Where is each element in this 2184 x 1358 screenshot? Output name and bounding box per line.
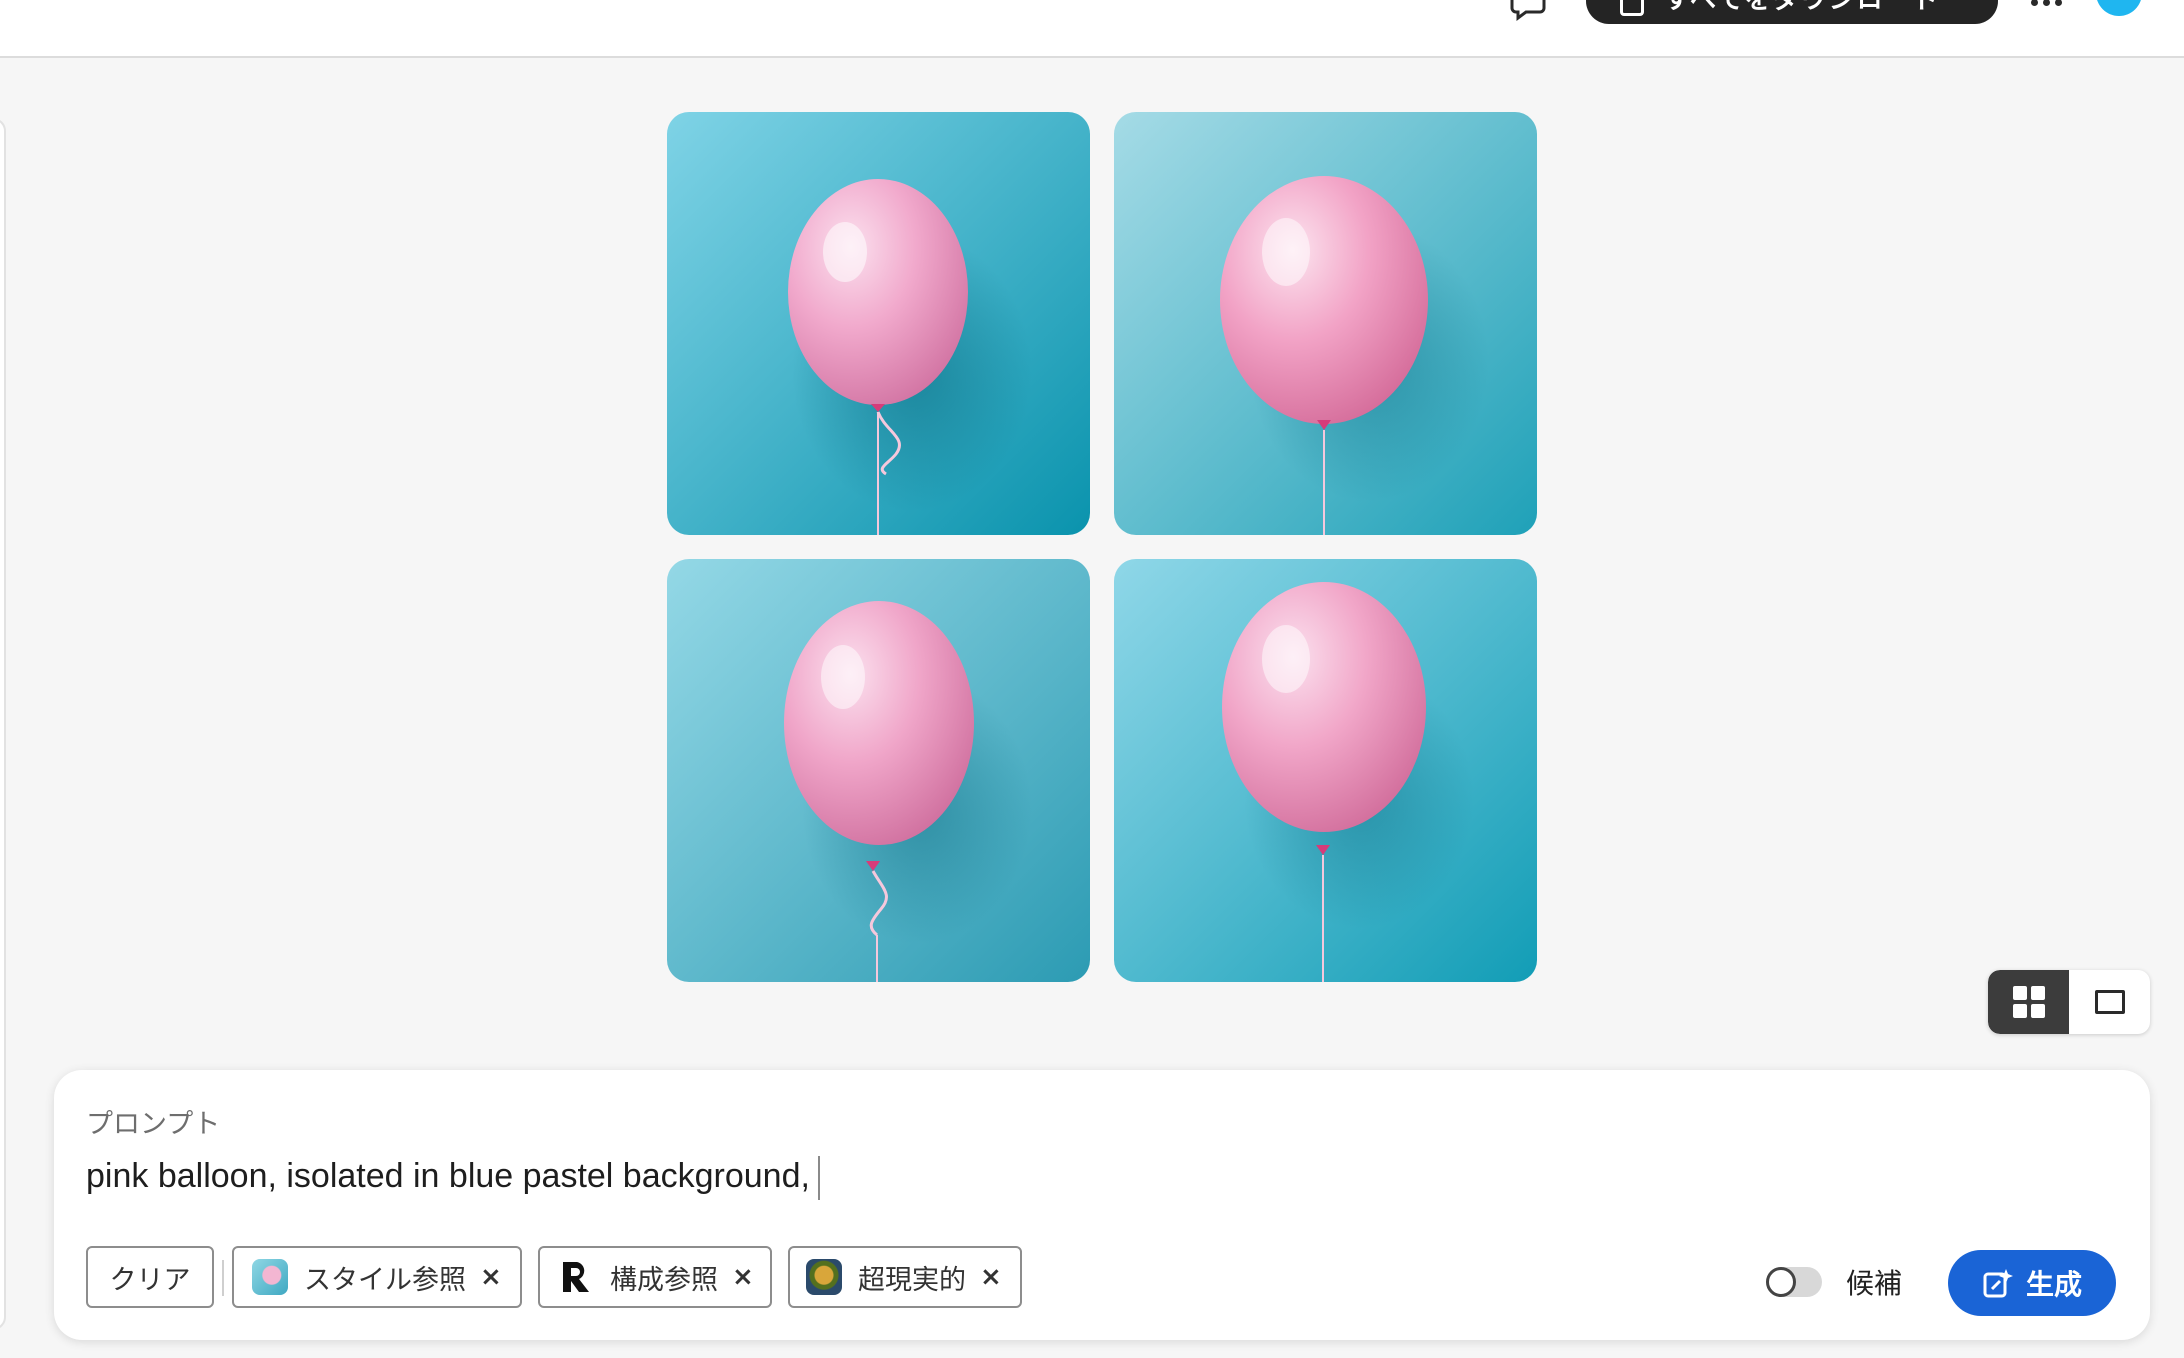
generated-image-4[interactable]: [1114, 559, 1537, 982]
chat-bubble-icon[interactable]: [1510, 0, 1546, 24]
hyperreal-effect-chip[interactable]: 超現実的 ×: [788, 1246, 1022, 1308]
generate-label: 生成: [2025, 1268, 2082, 1301]
view-mode-toggle: [1988, 970, 2150, 1034]
single-view-icon: [2094, 990, 2125, 1014]
style-reference-thumbnail: [252, 1259, 288, 1295]
close-icon[interactable]: ×: [980, 1262, 1002, 1292]
prompt-input[interactable]: pink balloon, isolated in blue pastel ba…: [86, 1156, 820, 1200]
text-caret: [817, 1156, 820, 1200]
single-view-button[interactable]: [2069, 970, 2150, 1034]
generated-image-2[interactable]: [1114, 112, 1537, 535]
suggestions-label: 候補: [1846, 1267, 1903, 1300]
suggestions-toggle-group: 候補: [1766, 1262, 1902, 1302]
generated-image-1[interactable]: [667, 112, 1090, 535]
hyperreal-effect-label: 超現実的: [858, 1264, 966, 1296]
generate-button[interactable]: 生成: [1948, 1250, 2116, 1316]
toggle-knob: [1766, 1267, 1796, 1297]
prompt-label: プロンプト: [86, 1109, 221, 1140]
composition-reference-label: 構成参照: [610, 1264, 718, 1296]
balloon-image-2: [1114, 112, 1537, 535]
composition-reference-chip[interactable]: 構成参照 ×: [538, 1246, 772, 1308]
balloon-image-3: [667, 559, 1090, 982]
prompt-panel: プロンプト pink balloon, isolated in blue pas…: [54, 1070, 2150, 1340]
composition-reference-thumbnail: [558, 1259, 594, 1295]
chip-divider: [222, 1260, 224, 1296]
download-all-button[interactable]: すべてをダウンロード: [1586, 0, 1998, 24]
more-dots-icon[interactable]: [2026, 0, 2066, 10]
grid-view-icon: [2012, 986, 2045, 1018]
clear-button[interactable]: クリア: [86, 1246, 214, 1308]
suggestions-toggle[interactable]: [1766, 1267, 1822, 1297]
hyperreal-effect-thumbnail: [806, 1259, 842, 1295]
left-panel-edge: [0, 118, 6, 1330]
prompt-text: pink balloon, isolated in blue pastel ba…: [86, 1156, 810, 1195]
style-reference-chip[interactable]: スタイル参照 ×: [232, 1246, 522, 1308]
grid-view-button[interactable]: [1988, 970, 2069, 1034]
balloon-image-1: [667, 112, 1090, 535]
avatar[interactable]: [2096, 0, 2142, 16]
download-all-label: すべてをダウンロード: [1664, 0, 1941, 15]
style-reference-label: スタイル参照: [304, 1264, 466, 1296]
top-bar: すべてをダウンロード: [0, 0, 2184, 58]
generate-sparkle-icon: [1983, 1269, 2013, 1298]
generated-image-3[interactable]: [667, 559, 1090, 982]
close-icon[interactable]: ×: [480, 1262, 502, 1292]
download-icon: [1620, 0, 1644, 16]
close-icon[interactable]: ×: [732, 1262, 754, 1292]
clear-button-label: クリア: [109, 1264, 191, 1296]
balloon-image-4: [1114, 559, 1537, 982]
